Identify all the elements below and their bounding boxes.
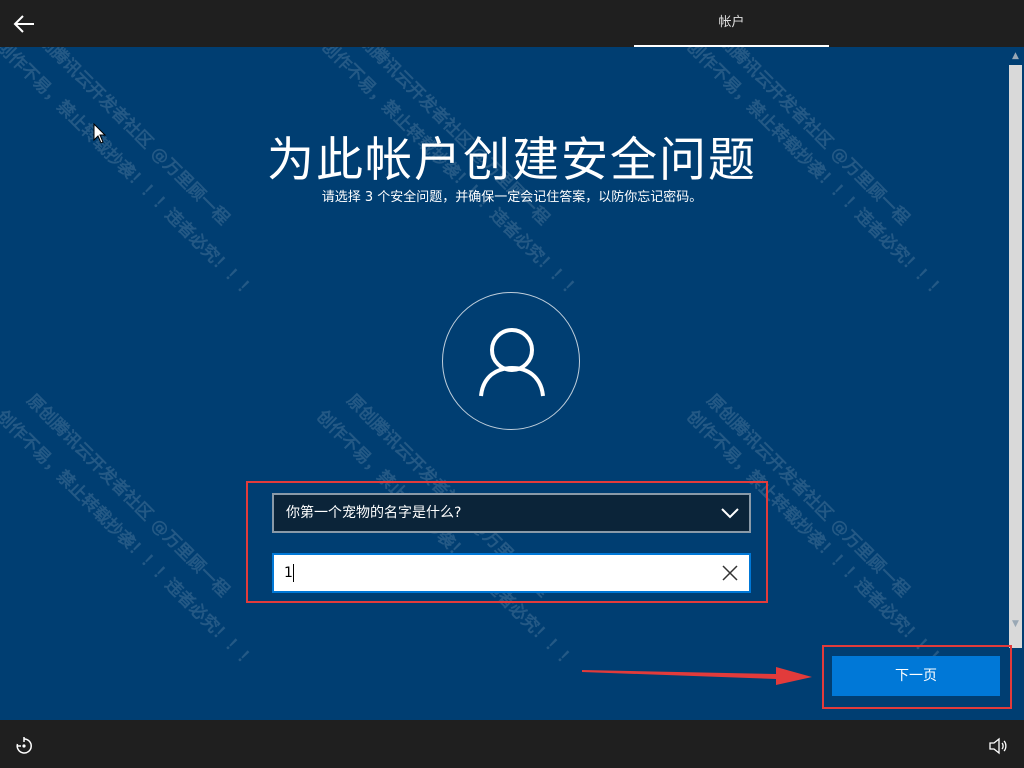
back-arrow-icon xyxy=(13,15,34,33)
user-icon xyxy=(479,328,545,397)
scroll-thumb[interactable] xyxy=(1009,65,1022,648)
watermark-text: 创作不易，禁止转载抄袭！！！违者必究！！！ xyxy=(0,406,259,674)
ease-of-access-icon[interactable] xyxy=(14,736,34,756)
next-button[interactable]: 下一页 xyxy=(832,656,1000,696)
back-button[interactable] xyxy=(8,8,40,40)
text-caret xyxy=(293,564,294,582)
tab-account[interactable]: 帐户 xyxy=(634,0,829,47)
close-icon[interactable] xyxy=(721,564,739,582)
answer-input[interactable]: 1 xyxy=(272,553,751,593)
main-content: 创作不易，禁止转载抄袭！！！违者必究！！！ 原创腾讯云开发者社区 @万里顾一程 … xyxy=(0,47,1007,720)
scrollbar[interactable]: ▲ ▼ xyxy=(1007,47,1024,720)
chevron-down-icon xyxy=(721,508,739,519)
page-title: 为此帐户创建安全问题 xyxy=(267,133,757,188)
annotation-arrow-icon xyxy=(582,667,812,685)
scroll-down-icon[interactable]: ▼ xyxy=(1007,615,1024,633)
bottom-bar xyxy=(0,720,1024,768)
page-subtitle: 请选择 3 个安全问题，并确保一定会记住答案，以防你忘记密码。 xyxy=(321,190,703,205)
dropdown-selected-value: 你第一个宠物的名字是什么? xyxy=(286,505,462,521)
security-question-dropdown[interactable]: 你第一个宠物的名字是什么? xyxy=(272,493,751,533)
avatar xyxy=(442,292,580,430)
watermark-text: 原创腾讯云开发者社区 @万里顾一程 xyxy=(22,390,233,602)
top-bar: 帐户 xyxy=(0,0,1024,47)
volume-icon[interactable] xyxy=(988,736,1008,756)
mouse-pointer-icon xyxy=(93,123,107,144)
answer-value: 1 xyxy=(284,565,293,581)
scroll-up-icon[interactable]: ▲ xyxy=(1007,47,1024,65)
